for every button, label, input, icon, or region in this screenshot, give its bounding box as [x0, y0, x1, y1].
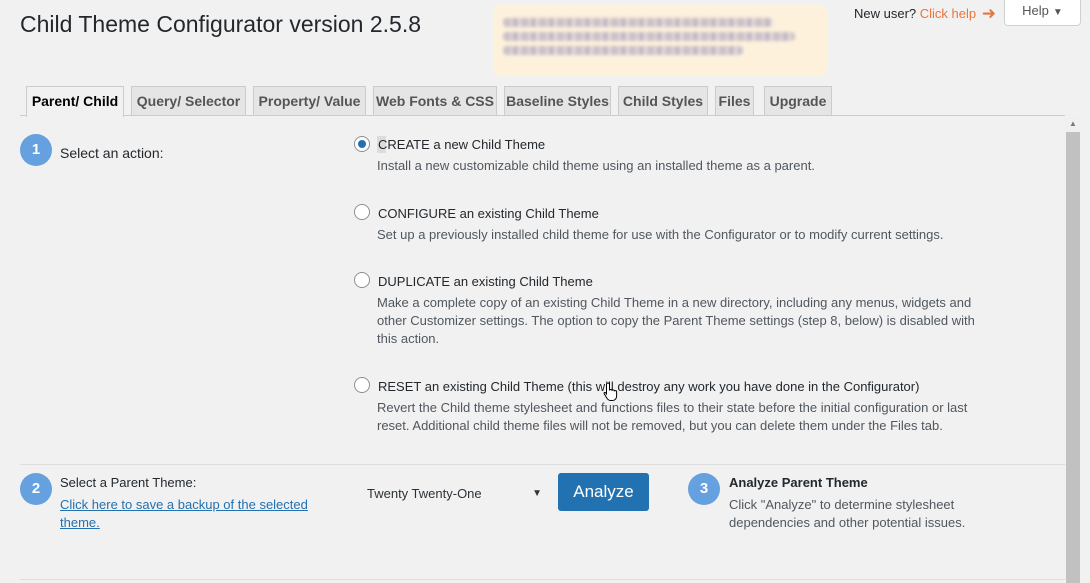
- arrow-right-icon: ➜: [981, 4, 996, 23]
- step-3-desc: Click "Analyze" to determine stylesheet …: [729, 497, 966, 530]
- new-user-prompt: New user? Click help ➜: [854, 4, 996, 24]
- step-1-badge: 1: [20, 134, 52, 166]
- tab-query-selector[interactable]: Query/ Selector: [131, 86, 246, 116]
- page-title: Child Theme Configurator version 2.5.8: [20, 11, 422, 37]
- step-1-label: Select an action:: [60, 145, 164, 161]
- tab-upgrade[interactable]: Upgrade: [764, 86, 832, 116]
- option-reset-title[interactable]: RESET an existing Child Theme (this will…: [378, 379, 919, 394]
- step-3-badge: 3: [688, 473, 720, 505]
- radio-create[interactable]: [354, 136, 370, 152]
- analyze-button[interactable]: Analyze: [558, 473, 649, 511]
- help-button-label: Help: [1022, 3, 1049, 18]
- hand-cursor-svg: [603, 382, 618, 401]
- scrollbar[interactable]: ▲: [1065, 117, 1081, 583]
- step-3-label: Analyze Parent Theme: [729, 475, 868, 490]
- new-user-text: New user?: [854, 6, 917, 21]
- option-reset-desc: Revert the Child theme stylesheet and fu…: [377, 400, 968, 433]
- parent-theme-value: Twenty Twenty-One: [367, 486, 482, 501]
- help-button[interactable]: Help ▼: [1004, 0, 1081, 26]
- option-duplicate-title[interactable]: DUPLICATE an existing Child Theme: [378, 274, 593, 289]
- radio-configure[interactable]: [354, 204, 370, 220]
- tab-files[interactable]: Files: [715, 86, 754, 116]
- tab-property-value[interactable]: Property/ Value: [253, 86, 366, 116]
- tab-web-fonts-css[interactable]: Web Fonts & CSS: [373, 86, 497, 116]
- section-divider: [20, 464, 1065, 465]
- option-create-desc: Install a new customizable child theme u…: [377, 158, 815, 173]
- option-configure-title[interactable]: CONFIGURE an existing Child Theme: [378, 206, 599, 221]
- blurred-notice: [493, 5, 827, 76]
- scrollbar-thumb[interactable]: [1066, 132, 1080, 583]
- radio-duplicate[interactable]: [354, 272, 370, 288]
- bottom-divider: [20, 579, 1065, 580]
- option-configure-desc: Set up a previously installed child them…: [377, 227, 944, 242]
- click-help-link[interactable]: Click help: [920, 6, 976, 21]
- scroll-up-icon[interactable]: ▲: [1065, 117, 1081, 131]
- step-2-label: Select a Parent Theme:: [60, 475, 197, 490]
- backup-theme-link[interactable]: Click here to save a backup of the selec…: [60, 496, 325, 532]
- dropdown-arrow-icon: ▼: [532, 488, 542, 499]
- tabs-divider: [20, 115, 1065, 116]
- option-duplicate-desc: Make a complete copy of an existing Chil…: [377, 295, 975, 346]
- caret-down-icon: ▼: [1052, 7, 1063, 18]
- tab-child-styles[interactable]: Child Styles: [618, 86, 708, 116]
- option-create-title[interactable]: CREATE a new Child Theme: [378, 137, 545, 152]
- step-2-badge: 2: [20, 473, 52, 505]
- radio-reset[interactable]: [354, 377, 370, 393]
- tab-baseline-styles[interactable]: Baseline Styles: [504, 86, 611, 116]
- parent-theme-select[interactable]: Twenty Twenty-One ▼: [358, 480, 548, 508]
- hand-cursor-icon: [603, 382, 619, 407]
- tab-parent-child[interactable]: Parent/ Child: [26, 86, 124, 117]
